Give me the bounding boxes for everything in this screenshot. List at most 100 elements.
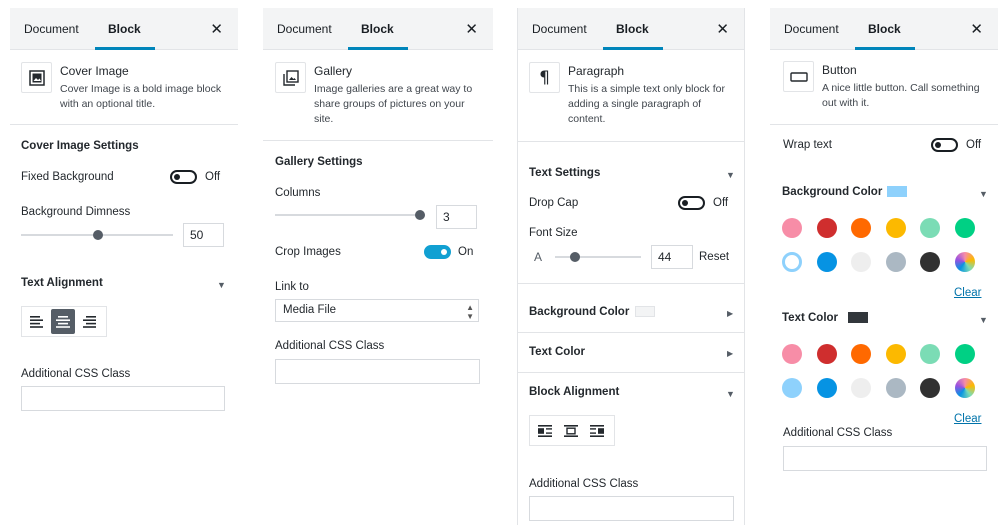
color-swatch[interactable] — [920, 252, 940, 272]
color-swatch[interactable] — [782, 252, 802, 272]
tab-block[interactable]: Block — [868, 8, 901, 50]
sidebar-tabs: Document Block ✕ — [263, 8, 493, 50]
divider — [518, 283, 744, 284]
crop-images-toggle[interactable] — [424, 245, 451, 259]
color-swatch[interactable] — [816, 218, 837, 238]
crop-images-label: Crop Images — [275, 246, 341, 258]
clear-background-color-button[interactable]: Clear — [954, 287, 981, 299]
divider — [770, 124, 998, 125]
close-icon[interactable]: ✕ — [970, 20, 983, 38]
tab-document[interactable]: Document — [24, 8, 79, 50]
divider — [518, 332, 744, 333]
css-class-input[interactable] — [783, 446, 987, 471]
clear-text-color-button[interactable]: Clear — [954, 413, 981, 425]
text-alignment-toolbar — [21, 306, 107, 337]
color-swatch[interactable] — [782, 218, 802, 238]
columns-number-input[interactable]: 3 — [436, 205, 477, 229]
columns-label: Columns — [275, 187, 321, 199]
background-color-heading[interactable]: Background Color — [782, 186, 882, 198]
link-to-select[interactable]: Media File ▲ ▼ — [275, 299, 479, 322]
color-swatch[interactable] — [954, 218, 975, 238]
color-swatch[interactable] — [920, 344, 940, 364]
color-swatch[interactable] — [851, 252, 871, 272]
columns-slider-track[interactable] — [275, 214, 425, 216]
tab-block[interactable]: Block — [616, 8, 649, 50]
text-alignment-heading[interactable]: Text Alignment — [21, 277, 103, 289]
color-swatch[interactable] — [851, 378, 871, 398]
divider — [518, 372, 744, 373]
css-class-input[interactable] — [275, 359, 480, 384]
color-swatch[interactable] — [885, 252, 906, 272]
color-swatch[interactable] — [816, 378, 837, 398]
align-right-button[interactable] — [77, 309, 101, 334]
color-swatch[interactable] — [816, 344, 837, 364]
caret-down-icon[interactable]: ▼ — [979, 315, 988, 325]
tab-block[interactable]: Block — [361, 8, 394, 50]
color-swatch[interactable] — [885, 344, 906, 364]
color-swatch[interactable] — [885, 378, 906, 398]
fixed-background-toggle[interactable] — [170, 170, 197, 184]
caret-right-icon[interactable]: ▶ — [727, 309, 733, 318]
close-icon[interactable]: ✕ — [465, 20, 478, 38]
toggle-state: Off — [966, 139, 982, 151]
select-arrows-icon: ▲ ▼ — [466, 303, 474, 321]
tab-document[interactable]: Document — [784, 8, 839, 50]
caret-down-icon[interactable]: ▼ — [726, 170, 735, 180]
text-color-preview — [848, 312, 868, 323]
paragraph-panel: Document Block ✕ ¶ Paragraph This is a s… — [517, 8, 745, 525]
color-swatch[interactable] — [920, 378, 940, 398]
divider — [518, 141, 744, 142]
align-left-button[interactable] — [533, 418, 557, 443]
background-color-heading[interactable]: Background Color — [529, 306, 629, 318]
font-size-slider-track[interactable] — [555, 256, 641, 258]
align-left-button[interactable] — [25, 309, 49, 334]
text-color-heading[interactable]: Text Color — [529, 346, 585, 358]
reset-button[interactable]: Reset — [699, 251, 729, 263]
caret-down-icon[interactable]: ▼ — [979, 189, 988, 199]
caret-down-icon[interactable]: ▼ — [217, 280, 226, 290]
cover-image-panel: Document Block ✕ Cover Image Cover Image… — [10, 8, 238, 525]
block-alignment-heading[interactable]: Block Alignment — [529, 386, 619, 398]
color-swatch[interactable] — [816, 252, 837, 272]
text-color-heading[interactable]: Text Color — [782, 312, 838, 324]
font-size-slider-thumb[interactable] — [570, 252, 580, 262]
tab-document[interactable]: Document — [532, 8, 587, 50]
text-settings-heading[interactable]: Text Settings — [529, 167, 600, 179]
color-swatch[interactable] — [851, 344, 871, 364]
dimness-slider-thumb[interactable] — [93, 230, 103, 240]
caret-right-icon[interactable]: ▶ — [727, 349, 733, 358]
block-description: Cover Image is a bold image block with a… — [60, 83, 222, 110]
align-center-button[interactable] — [559, 418, 583, 443]
color-swatch[interactable] — [954, 378, 975, 398]
wrap-text-label: Wrap text — [783, 139, 832, 151]
drop-cap-toggle[interactable] — [678, 196, 705, 210]
wrap-text-toggle[interactable] — [931, 138, 958, 152]
align-left-icon — [538, 424, 552, 437]
tab-document[interactable]: Document — [277, 8, 332, 50]
align-right-icon — [590, 424, 604, 437]
settings-heading: Gallery Settings — [275, 156, 363, 168]
divider — [263, 140, 493, 141]
block-description: This is a simple text only block for add… — [568, 83, 725, 125]
color-swatch[interactable] — [885, 218, 906, 238]
css-class-input[interactable] — [529, 496, 734, 521]
font-size-number-input[interactable]: 44 — [651, 245, 693, 269]
align-center-button[interactable] — [51, 309, 75, 334]
block-title: Button — [822, 63, 857, 77]
color-swatch[interactable] — [920, 218, 940, 238]
css-class-input[interactable] — [21, 386, 225, 411]
color-swatch[interactable] — [954, 252, 975, 272]
align-right-button[interactable] — [585, 418, 609, 443]
color-swatch[interactable] — [782, 344, 802, 364]
close-icon[interactable]: ✕ — [716, 20, 729, 38]
button-panel: Document Block ✕ Button A nice little bu… — [770, 8, 998, 525]
dimness-number-input[interactable]: 50 — [183, 223, 224, 247]
color-swatch[interactable] — [851, 218, 871, 238]
color-swatch[interactable] — [782, 378, 802, 398]
close-icon[interactable]: ✕ — [210, 20, 223, 38]
block-title: Gallery — [314, 64, 353, 78]
columns-slider-thumb[interactable] — [415, 210, 425, 220]
tab-block[interactable]: Block — [108, 8, 141, 50]
color-swatch[interactable] — [954, 344, 975, 364]
caret-down-icon[interactable]: ▼ — [726, 389, 735, 399]
